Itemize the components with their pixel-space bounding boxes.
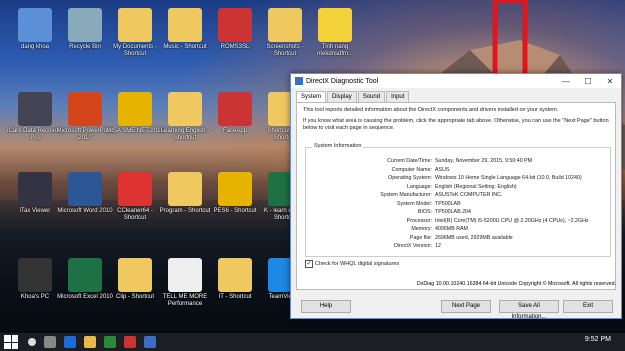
edge-icon[interactable] (64, 336, 76, 348)
dxdiag-taskbar-icon[interactable] (144, 336, 156, 348)
desktop-icon-label: Tinh nang ntekdnsdfm... (316, 44, 354, 57)
info-value: English (Regional Setting: English) (435, 183, 517, 190)
info-value: 12 (435, 243, 441, 249)
info-row: Memory: 4096MB RAM (306, 226, 610, 232)
app-icon (168, 172, 202, 206)
info-key: System Manufacturer: (380, 192, 432, 198)
app-icon (18, 92, 52, 126)
info-value: Intel(R) Core(TM) i5-5200U CPU @ 2.20GHz… (435, 217, 589, 224)
group-title: System Information (312, 143, 364, 149)
file-explorer-icon[interactable] (84, 336, 96, 348)
info-value: 4096MB RAM (435, 226, 468, 232)
desktop-icon[interactable]: Tinh nang ntekdnsdfm... (306, 8, 364, 58)
info-key: System Model: (396, 200, 432, 207)
app-icon (218, 258, 252, 292)
info-value: Windows 10 Home Single Language 64-bit (… (435, 175, 582, 181)
minimize-icon[interactable]: — (555, 77, 577, 86)
windows-start-icon[interactable] (4, 335, 18, 349)
app-icon (68, 258, 102, 292)
app-icon (318, 8, 352, 42)
save-all-information-button[interactable]: Save All Information... (499, 300, 559, 320)
intro-text: This tool reports detailed information a… (303, 107, 559, 113)
taskbar: 9:52 PM (0, 333, 625, 351)
info-row: Language: English (Regional Setting: Engl… (306, 184, 610, 190)
info-key: Operating System: (388, 175, 432, 181)
app-icon (168, 258, 202, 292)
store-icon[interactable] (104, 336, 116, 348)
app-icon (218, 172, 252, 206)
app-icon (118, 172, 152, 206)
info-value: TP500LAB.204 (435, 209, 471, 215)
app-icon (268, 8, 302, 42)
info-row: Operating System: Windows 10 Home Single … (306, 175, 610, 181)
tab-sound[interactable]: Sound (357, 91, 386, 102)
info-key: Memory: (411, 226, 432, 232)
info-key: DirectX Version: (394, 243, 432, 249)
info-value: Sunday, November 29, 2015, 9:50:40 PM (435, 158, 533, 164)
app-icon (118, 258, 152, 292)
whql-checkbox[interactable]: ✓ Check for WHQL digital signatures (305, 260, 399, 268)
info-key: Language: (406, 183, 432, 190)
info-row: Computer Name: ASUS (306, 167, 610, 173)
app-icon (168, 8, 202, 42)
app-icon[interactable] (124, 336, 136, 348)
info-key: Current Date/Time: (387, 158, 432, 164)
info-value: ASUS (435, 166, 450, 173)
info-value: ASUSTeK COMPUTER INC. (435, 192, 503, 198)
dxdiag-icon (295, 77, 303, 85)
next-page-button[interactable]: Next Page (441, 300, 491, 313)
info-row: DirectX Version: 12 (306, 243, 610, 249)
task-view-icon[interactable] (44, 336, 56, 348)
app-icon (218, 8, 252, 42)
tab-display[interactable]: Display (327, 91, 357, 102)
tab-bar: System Display Sound Input (296, 91, 616, 102)
window-title: DirectX Diagnostic Tool (306, 77, 379, 85)
tab-input[interactable]: Input (386, 91, 410, 102)
checkbox-check-icon[interactable]: ✓ (305, 260, 313, 268)
app-icon (118, 92, 152, 126)
hint-text: If you know what area is causing the pro… (303, 118, 609, 131)
info-key: Page file: (409, 234, 432, 241)
help-button[interactable]: Help (301, 300, 351, 313)
window-titlebar[interactable]: DirectX Diagnostic Tool — ☐ ✕ (291, 74, 621, 88)
info-row: Processor: Intel(R) Core(TM) i5-5200U CPU… (306, 218, 610, 224)
maximize-icon[interactable]: ☐ (577, 77, 599, 86)
app-icon (68, 92, 102, 126)
clock[interactable]: 9:52 PM (585, 336, 611, 343)
app-icon (68, 172, 102, 206)
dxdiag-window: DirectX Diagnostic Tool — ☐ ✕ System Dis… (290, 73, 622, 320)
cortana-search-icon[interactable] (28, 338, 36, 346)
system-information-group: System Information Current Date/Time: Sun… (305, 143, 611, 257)
whql-label: Check for WHQL digital signatures (315, 261, 400, 267)
app-icon (18, 8, 52, 42)
info-row: System Manufacturer: ASUSTeK COMPUTER INC… (306, 192, 610, 198)
tab-system[interactable]: System (296, 91, 327, 102)
info-row: System Model: TP500LAB (306, 201, 610, 207)
copyright-footer: DxDiag 10.00.10240.16384 64-bit Unicode … (416, 281, 616, 287)
exit-button[interactable]: Exit (563, 300, 613, 313)
info-row: Current Date/Time: Sunday, November 29, 2… (306, 158, 610, 164)
info-value: TP500LAB (435, 200, 461, 207)
info-value: 2696MB used, 2929MB available (435, 234, 513, 241)
info-row: Page file: 2696MB used, 2929MB available (306, 235, 610, 241)
app-icon (118, 8, 152, 42)
info-key: BIOS: (417, 209, 432, 215)
info-row: BIOS: TP500LAB.204 (306, 209, 610, 215)
app-icon (168, 92, 202, 126)
info-key: Processor: (406, 217, 432, 224)
app-icon (18, 258, 52, 292)
info-key: Computer Name: (391, 166, 432, 173)
system-panel: This tool reports detailed information a… (296, 102, 616, 290)
app-icon (68, 8, 102, 42)
app-icon (218, 92, 252, 126)
app-icon (18, 172, 52, 206)
close-icon[interactable]: ✕ (599, 77, 621, 86)
